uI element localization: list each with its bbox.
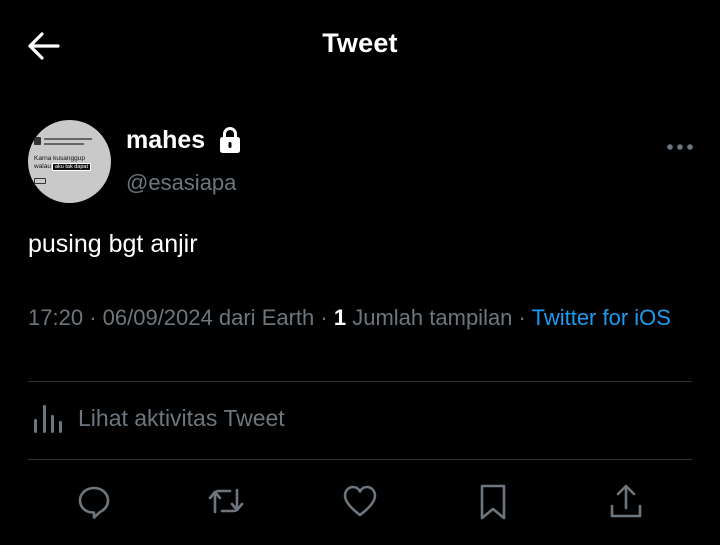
share-icon — [610, 484, 642, 518]
more-options-button[interactable] — [665, 140, 695, 154]
lock-icon — [218, 125, 242, 155]
location-prefix: dari — [218, 305, 256, 330]
view-tweet-activity[interactable]: Lihat aktivitas Tweet — [28, 397, 692, 443]
retweet-icon — [208, 488, 244, 514]
avatar[interactable]: Karna kusanggup walau aku tak dapat — [28, 120, 111, 203]
meta-separator: · — [89, 305, 97, 330]
bookmark-icon — [480, 484, 506, 520]
avatar-text: Karna kusanggup — [34, 155, 85, 162]
meta-separator: · — [320, 305, 328, 330]
bookmark-button[interactable] — [473, 478, 513, 524]
bar-chart-icon — [32, 401, 64, 435]
reply-button[interactable] — [74, 478, 114, 524]
tweet-time: 17:20 — [28, 305, 84, 330]
reply-icon — [78, 486, 110, 519]
tweet-text: pusing bgt anjir — [28, 230, 198, 258]
activity-label: Lihat aktivitas Tweet — [78, 405, 285, 431]
user-handle[interactable]: @esasiapa — [126, 170, 236, 196]
more-dots-icon — [667, 144, 693, 150]
avatar-line — [44, 138, 92, 140]
action-bar — [0, 478, 720, 526]
heart-icon — [343, 485, 377, 517]
page-title: Tweet — [322, 28, 398, 58]
avatar-line — [44, 143, 84, 145]
meta-separator: · — [518, 305, 526, 330]
avatar-bookmark-glyph — [34, 137, 41, 145]
avatar-text: walau aku tak dapat — [34, 163, 92, 171]
tweet-source-link[interactable]: Twitter for iOS — [532, 305, 671, 330]
tweet-location: Earth — [261, 305, 315, 330]
avatar-footer-glyph — [34, 178, 46, 184]
tweet-metadata: 17:20 · 06/09/2024 dari Earth · 1 Jumlah… — [28, 306, 698, 329]
top-bar: Tweet — [0, 0, 720, 90]
display-name[interactable]: mahes — [126, 126, 205, 155]
share-button[interactable] — [606, 478, 646, 524]
like-button[interactable] — [340, 478, 380, 524]
tweet-date: 06/09/2024 — [102, 305, 213, 330]
retweet-button[interactable] — [206, 478, 246, 524]
views-count: 1 — [333, 305, 347, 330]
views-label: Jumlah tampilan — [352, 305, 513, 330]
tweet-author: Karna kusanggup walau aku tak dapat mahes… — [28, 120, 698, 204]
divider — [28, 459, 692, 460]
divider — [28, 381, 692, 382]
